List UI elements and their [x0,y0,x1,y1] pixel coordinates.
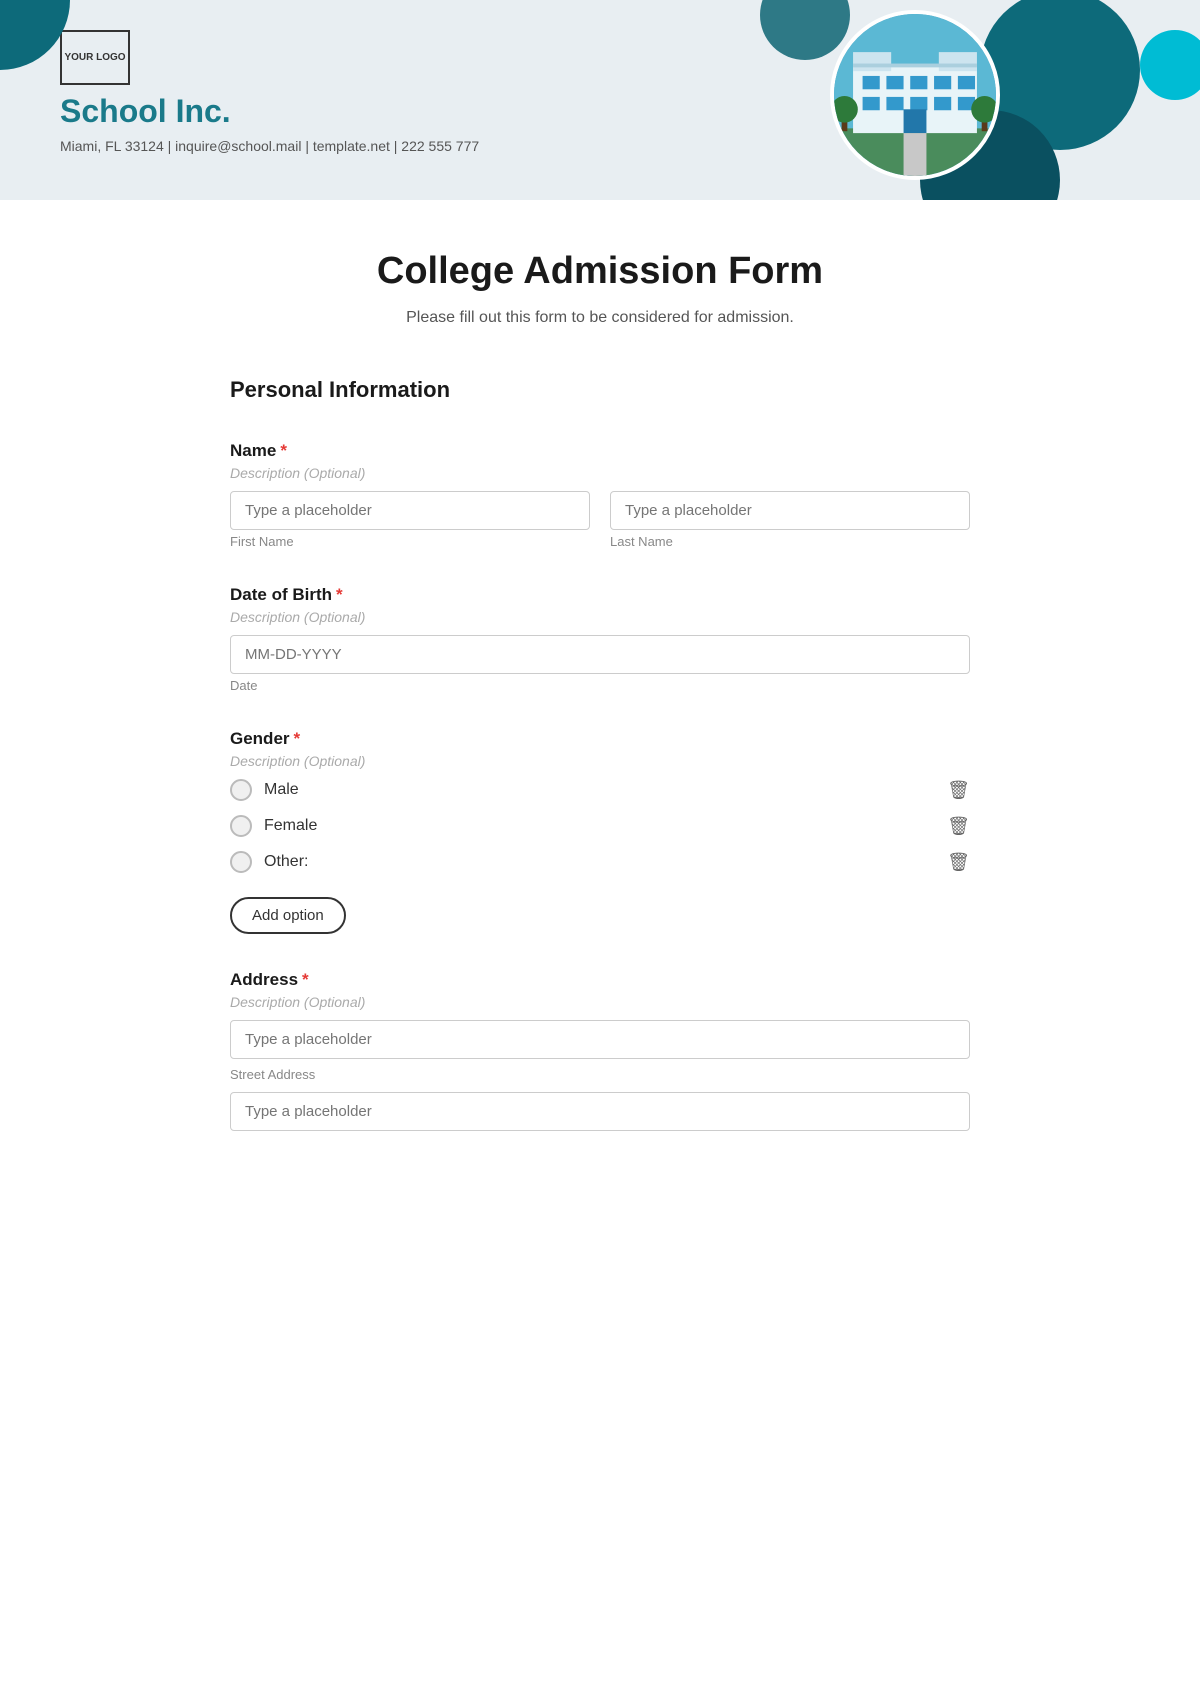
gender-other-label: Other: [264,853,308,871]
gender-option-male: Male 🗑 [230,779,970,801]
dob-hint: Date [230,678,970,693]
dob-label: Date of Birth * [230,585,970,605]
dob-input[interactable] [230,635,970,674]
address-field-group: Address * Description (Optional) Street … [230,970,970,1131]
logo-text: YOUR LOGO [64,52,125,64]
dob-field-group: Date of Birth * Description (Optional) D… [230,585,970,693]
section-personal-title: Personal Information [230,377,970,411]
street-address-input[interactable] [230,1020,970,1059]
gender-description: Description (Optional) [230,753,970,769]
name-field-group: Name * Description (Optional) First Name… [230,441,970,549]
dob-description: Description (Optional) [230,609,970,625]
form-title: College Admission Form [230,250,970,293]
first-name-input[interactable] [230,491,590,530]
name-description: Description (Optional) [230,465,970,481]
gender-option-other: Other: 🗑 [230,851,970,873]
add-option-button[interactable]: Add option [230,897,346,934]
delete-female-icon[interactable]: 🗑 [947,816,970,837]
dob-required-star: * [336,585,343,605]
header: YOUR LOGO School Inc. Miami, FL 33124 | … [0,0,1200,200]
address-required-star: * [302,970,309,990]
gender-label: Gender * [230,729,970,749]
first-name-wrapper: First Name [230,491,590,549]
last-name-wrapper: Last Name [610,491,970,549]
name-label: Name * [230,441,970,461]
first-name-hint: First Name [230,534,590,549]
last-name-hint: Last Name [610,534,970,549]
radio-male[interactable] [230,779,252,801]
name-input-row: First Name Last Name [230,491,970,549]
main-content: College Admission Form Please fill out t… [150,200,1050,1217]
radio-female[interactable] [230,815,252,837]
logo-box: YOUR LOGO [60,30,130,85]
circle-cyan [1140,30,1200,100]
address-label: Address * [230,970,970,990]
address-description: Description (Optional) [230,994,970,1010]
radio-other[interactable] [230,851,252,873]
add-option-label: Add option [252,907,324,924]
school-building-image [830,10,1000,180]
gender-female-label: Female [264,817,317,835]
name-required-star: * [280,441,287,461]
address-line2-input[interactable] [230,1092,970,1131]
delete-other-icon[interactable]: 🗑 [947,852,970,873]
gender-required-star: * [294,729,301,749]
street-address-hint: Street Address [230,1067,970,1082]
gender-field-group: Gender * Description (Optional) Male 🗑 F… [230,729,970,934]
header-decoration [780,0,1200,200]
gender-male-label: Male [264,781,299,799]
form-subtitle: Please fill out this form to be consider… [230,309,970,327]
last-name-input[interactable] [610,491,970,530]
gender-option-female: Female 🗑 [230,815,970,837]
delete-male-icon[interactable]: 🗑 [947,780,970,801]
